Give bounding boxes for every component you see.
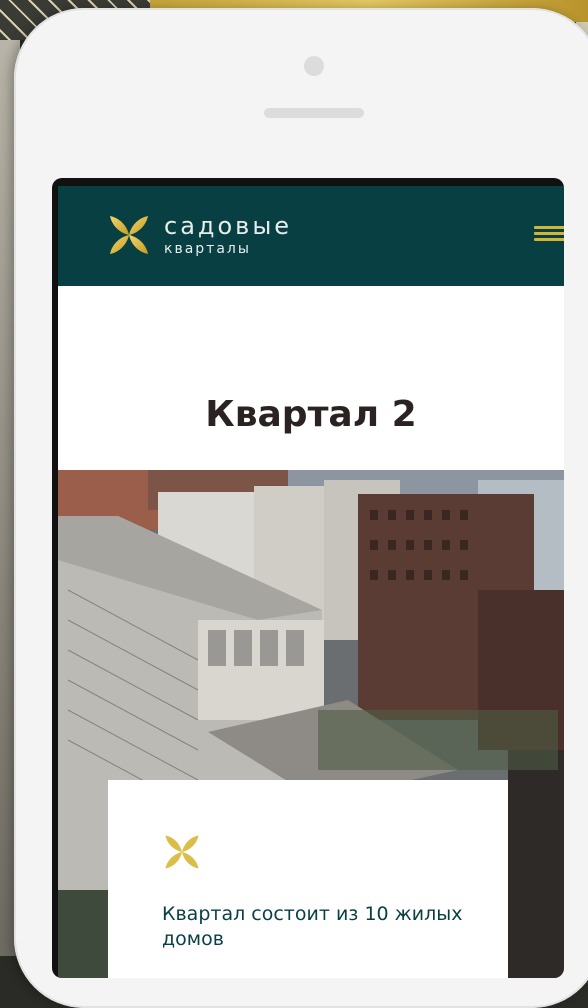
brand-logo[interactable]: садовые кварталы	[106, 212, 292, 258]
info-card: Квартал состоит из 10 жилых домов	[108, 780, 508, 978]
phone-speaker	[264, 108, 364, 118]
hamburger-icon	[534, 226, 564, 229]
card-description: Квартал состоит из 10 жилых домов	[162, 903, 463, 950]
phone-screen: садовые кварталы Квартал 2 Квартал состо…	[52, 178, 564, 978]
flower-icon	[165, 835, 199, 869]
phone-camera	[304, 56, 324, 76]
flower-logo-icon	[110, 216, 148, 254]
brand-subtitle: кварталы	[164, 241, 251, 257]
site-header: садовые кварталы	[58, 186, 564, 286]
phone-mockup: садовые кварталы Квартал 2 Квартал состо…	[14, 8, 588, 1008]
brand-name: садовые	[164, 212, 293, 240]
hamburger-menu-button[interactable]	[534, 226, 564, 246]
page-title: Квартал 2	[205, 394, 417, 436]
website-viewport: садовые кварталы Квартал 2 Квартал состо…	[58, 186, 564, 978]
